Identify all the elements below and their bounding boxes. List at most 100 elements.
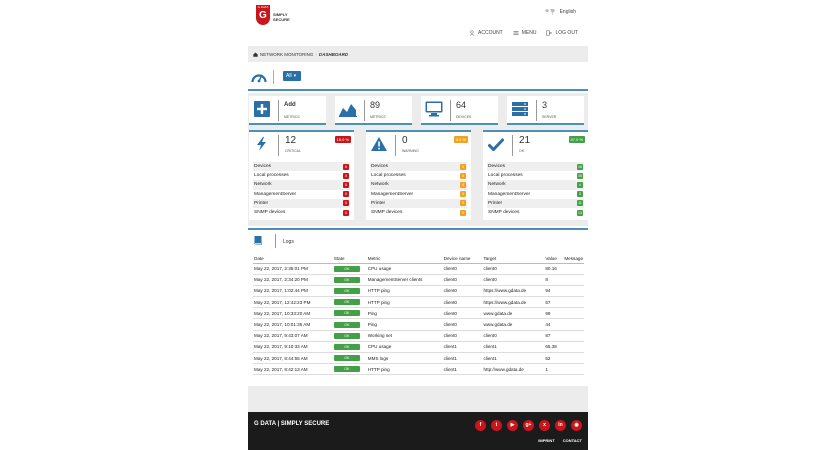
table-row[interactable]: May 22, 2017, 9:43:07 AM OK Working set cli… [253,330,584,342]
facebook-icon[interactable]: f [475,420,486,431]
table-row[interactable]: May 22, 2017, 12:42:23 PM OK HTTP ping clie… [253,296,584,309]
list-item[interactable]: SNMP devices 0 [253,208,350,217]
nav-menu[interactable]: MENU [513,30,536,36]
column-header-message[interactable]: Message [563,254,584,264]
footer-link-contact[interactable]: CONTACT [563,438,582,443]
top-nav: ACCOUNT MENU LOG OUT [469,30,578,36]
linkedin-icon[interactable]: in [555,420,566,431]
cell-date: May 22, 2017, 2:35:01 PM [253,263,333,275]
stat-devices[interactable]: 64 DEVICES [421,96,498,125]
stat-server[interactable]: 3 SERVER [507,96,584,125]
world-map-icon [545,9,555,15]
filter-dropdown[interactable]: All ▾ [283,71,301,81]
cell-state: OK [332,274,367,286]
list-item[interactable]: Local processes 0 [253,171,350,180]
card-ok[interactable]: 21 OK 87.0 % Devices 16 Local processes 35… [483,130,588,220]
table-row[interactable]: May 22, 2017, 9:10:33 AM OK CPU usage clien… [253,341,584,354]
cell-state: OK [332,285,367,298]
table-row[interactable]: May 22, 2017, 8:42:13 AM OK HTTP ping clien… [253,363,584,376]
cell-device: client0 [442,263,483,275]
column-header-date[interactable]: Date [253,254,333,264]
table-row[interactable]: May 22, 2017, 10:33:20 AM OK Ping client0 ww… [253,307,584,320]
column-header-metric[interactable]: Metric [366,254,443,264]
breadcrumb-section[interactable]: NETWORK MONITORING [260,52,313,57]
card-rows: Devices 0 Local processes 0 Network 0 Manag… [370,162,467,217]
cell-message [563,318,584,331]
card-warning[interactable]: 0 WARNING 0.0 % Devices 0 Local processes… [366,130,471,220]
count-badge: 13 [577,209,583,216]
nav-logout[interactable]: LOG OUT [546,30,578,36]
count-badge: 0 [460,191,466,198]
language-selector[interactable]: English [560,9,576,15]
table-row[interactable]: May 22, 2017, 2:35:01 PM OK CPU usage clien… [253,263,584,275]
row-label: Printer [488,200,503,206]
list-item[interactable]: Devices 6 [253,162,350,172]
stat-metrics[interactable]: 89 METRICS [335,96,412,125]
card-value: 0 [402,135,408,146]
stat-accent-bar [249,123,326,125]
logs-body: May 22, 2017, 2:35:01 PM OK CPU usage clien… [253,263,584,376]
logs-separator [275,234,276,248]
home-icon[interactable] [253,52,258,57]
list-item[interactable]: Printer 0 [253,198,350,208]
cell-state: OK [332,352,367,365]
list-item[interactable]: Printer 0 [370,198,467,208]
menu-icon [513,31,519,35]
stat-label: SERVER [542,115,557,119]
card-rows: Devices 16 Local processes 35 Network 4 Man… [487,162,584,217]
status-badge: OK [333,287,360,294]
list-item[interactable]: Network 4 [487,180,584,190]
stat-add-metrics[interactable]: Add METRICS [249,96,326,125]
rss-icon[interactable]: ◉ [571,420,582,431]
stat-value: 64 [456,100,467,110]
list-item[interactable]: Network 0 [253,180,350,190]
cell-target: http://www.gdata.de [482,363,545,376]
column-header-device[interactable]: Device name [442,254,483,264]
count-badge: 0 [343,172,349,179]
youtube-icon[interactable]: ▶ [507,420,518,431]
column-header-target[interactable]: Target [482,254,545,264]
column-header-value[interactable]: Value [544,254,564,264]
footer-link-imprint[interactable]: IMPRINT [538,438,554,443]
table-row[interactable]: May 22, 2017, 1:02:44 PM OK HTTP ping clien… [253,285,584,298]
cell-message [563,263,584,275]
list-item[interactable]: SNMP devices 13 [487,208,584,217]
list-item[interactable]: Local processes 0 [370,171,467,180]
row-label: ManagementServer [371,191,414,197]
list-item[interactable]: ManagementServer 0 [253,190,350,199]
list-item[interactable]: Devices 0 [370,162,467,172]
list-item[interactable]: ManagementServer 3 [487,190,584,199]
stat-accent-bar [507,123,584,125]
list-item[interactable]: ManagementServer 0 [370,190,467,199]
footer: G DATA | SIMPLY SECURE f t ▶ g+ x in ◉ I… [248,412,588,450]
list-item[interactable]: Network 0 [370,180,467,190]
card-value: 21 [519,135,531,146]
gdata-logo[interactable]: G DATA G [256,5,270,25]
stat-label: DEVICES [456,115,472,119]
table-row[interactable]: May 22, 2017, 8:44:55 AM OK MMS logs client… [253,352,584,365]
cell-device: client1 [442,352,483,365]
logs-table: Date State Metric Device name Target Val… [253,254,584,376]
count-badge: 4 [577,181,583,188]
googleplus-icon[interactable]: g+ [523,420,534,431]
cell-device: client1 [442,363,483,376]
twitter-icon[interactable]: t [491,420,502,431]
card-percent-badge: 0.0 % [453,136,468,143]
row-label: SNMP devices [371,210,403,216]
cell-state: OK [332,263,367,275]
cell-state: OK [332,363,367,376]
list-item[interactable]: Printer 11 [487,198,584,208]
cell-metric: ManagementServer clients [366,274,443,286]
stat-separator [278,100,279,121]
list-item[interactable]: SNMP devices 0 [370,208,467,217]
row-label: Printer [371,200,386,206]
table-row[interactable]: May 22, 2017, 2:34:20 PM OK ManagementServ… [253,274,584,286]
nav-account[interactable]: ACCOUNT [469,30,503,36]
list-item[interactable]: Devices 16 [487,162,584,172]
xing-icon[interactable]: x [539,420,550,431]
card-critical[interactable]: 12 CRITICAL 15.0 % Devices 6 Local proces… [249,130,354,220]
table-row[interactable]: May 22, 2017, 10:01:35 AM OK Ping client0 ww… [253,318,584,331]
card-accent-bar [483,130,588,132]
list-item[interactable]: Local processes 35 [487,171,584,180]
column-header-state[interactable]: State [332,254,367,264]
